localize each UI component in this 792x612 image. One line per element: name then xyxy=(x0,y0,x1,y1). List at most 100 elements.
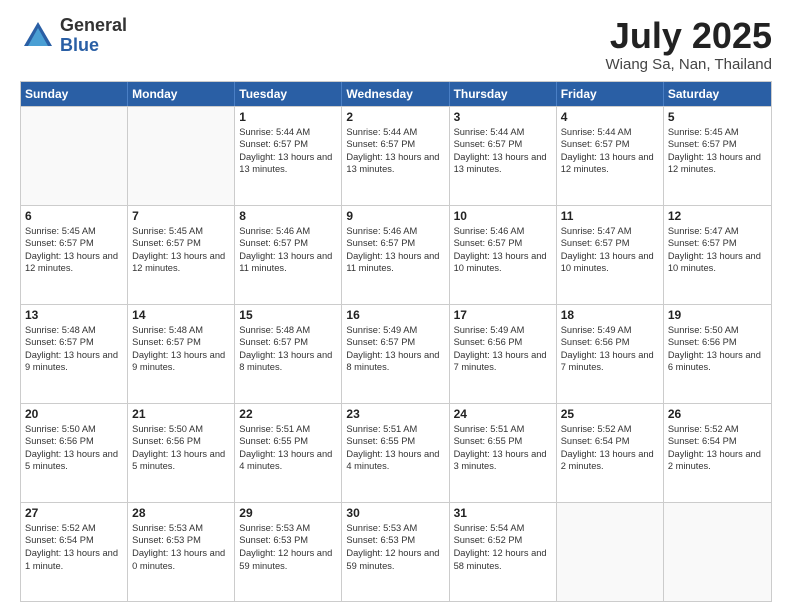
cell-info-line: Daylight: 13 hours and 11 minutes. xyxy=(239,250,337,275)
day-number: 29 xyxy=(239,506,337,520)
logo-general: General xyxy=(60,15,127,35)
cal-cell: 22Sunrise: 5:51 AMSunset: 6:55 PMDayligh… xyxy=(235,404,342,502)
cell-info-line: Daylight: 13 hours and 1 minute. xyxy=(25,547,123,572)
cell-info-line: Daylight: 13 hours and 13 minutes. xyxy=(239,151,337,176)
cell-info-line: Sunset: 6:57 PM xyxy=(239,138,337,151)
cell-info-line: Sunset: 6:54 PM xyxy=(25,534,123,547)
cell-info-line: Sunrise: 5:47 AM xyxy=(668,225,767,238)
cell-info-line: Sunrise: 5:52 AM xyxy=(561,423,659,436)
logo-blue: Blue xyxy=(60,35,99,55)
cell-info-line: Daylight: 13 hours and 12 minutes. xyxy=(668,151,767,176)
day-number: 7 xyxy=(132,209,230,223)
cell-info-line: Sunrise: 5:53 AM xyxy=(132,522,230,535)
cal-cell: 20Sunrise: 5:50 AMSunset: 6:56 PMDayligh… xyxy=(21,404,128,502)
cell-info-line: Daylight: 13 hours and 7 minutes. xyxy=(561,349,659,374)
day-number: 14 xyxy=(132,308,230,322)
cal-cell: 9Sunrise: 5:46 AMSunset: 6:57 PMDaylight… xyxy=(342,206,449,304)
cell-info-line: Sunrise: 5:44 AM xyxy=(454,126,552,139)
cal-cell: 16Sunrise: 5:49 AMSunset: 6:57 PMDayligh… xyxy=(342,305,449,403)
logo-text: General Blue xyxy=(60,16,127,56)
day-number: 3 xyxy=(454,110,552,124)
cell-info-line: Sunset: 6:56 PM xyxy=(561,336,659,349)
day-header-saturday: Saturday xyxy=(664,82,771,106)
cal-cell: 4Sunrise: 5:44 AMSunset: 6:57 PMDaylight… xyxy=(557,107,664,205)
cal-cell: 19Sunrise: 5:50 AMSunset: 6:56 PMDayligh… xyxy=(664,305,771,403)
day-number: 23 xyxy=(346,407,444,421)
day-number: 1 xyxy=(239,110,337,124)
cell-info-line: Sunrise: 5:50 AM xyxy=(132,423,230,436)
day-number: 16 xyxy=(346,308,444,322)
day-number: 21 xyxy=(132,407,230,421)
cal-cell: 12Sunrise: 5:47 AMSunset: 6:57 PMDayligh… xyxy=(664,206,771,304)
cal-cell: 27Sunrise: 5:52 AMSunset: 6:54 PMDayligh… xyxy=(21,503,128,601)
cell-info-line: Daylight: 13 hours and 0 minutes. xyxy=(132,547,230,572)
cell-info-line: Sunset: 6:57 PM xyxy=(454,138,552,151)
cell-info-line: Sunrise: 5:46 AM xyxy=(454,225,552,238)
cell-info-line: Sunset: 6:57 PM xyxy=(346,237,444,250)
cell-info-line: Sunset: 6:54 PM xyxy=(561,435,659,448)
cell-info-line: Sunrise: 5:50 AM xyxy=(668,324,767,337)
cell-info-line: Sunset: 6:52 PM xyxy=(454,534,552,547)
cal-cell: 17 Sunrise: 5:49 AMSunset: 6:56 PMDayligh… xyxy=(450,305,557,403)
day-number: 2 xyxy=(346,110,444,124)
cell-info-line: Daylight: 13 hours and 5 minutes. xyxy=(132,448,230,473)
cell-info-line: Daylight: 12 hours and 58 minutes. xyxy=(454,547,552,572)
location: Wiang Sa, Nan, Thailand xyxy=(606,56,773,73)
cell-info-line: Daylight: 13 hours and 4 minutes. xyxy=(239,448,337,473)
cell-info-line: Sunset: 6:53 PM xyxy=(132,534,230,547)
day-number: 15 xyxy=(239,308,337,322)
cal-cell: 23Sunrise: 5:51 AMSunset: 6:55 PMDayligh… xyxy=(342,404,449,502)
cal-cell: 10Sunrise: 5:46 AMSunset: 6:57 PMDayligh… xyxy=(450,206,557,304)
cell-info-line: Sunrise: 5:53 AM xyxy=(239,522,337,535)
cal-cell: 15Sunrise: 5:48 AMSunset: 6:57 PMDayligh… xyxy=(235,305,342,403)
cell-info-line: Daylight: 13 hours and 7 minutes. xyxy=(454,349,552,374)
cell-info-line: Sunset: 6:57 PM xyxy=(561,138,659,151)
cell-info-line: Sunrise: 5:47 AM xyxy=(561,225,659,238)
cell-info-line: Sunrise: 5:49 AM xyxy=(561,324,659,337)
cell-info-line: Daylight: 13 hours and 10 minutes. xyxy=(668,250,767,275)
day-number: 4 xyxy=(561,110,659,124)
cell-info-line: Sunset: 6:57 PM xyxy=(454,237,552,250)
day-number: 11 xyxy=(561,209,659,223)
cal-cell: 7Sunrise: 5:45 AMSunset: 6:57 PMDaylight… xyxy=(128,206,235,304)
cell-info-line: Sunset: 6:55 PM xyxy=(454,435,552,448)
cell-info-line: Daylight: 13 hours and 12 minutes. xyxy=(132,250,230,275)
cell-info-line: Daylight: 13 hours and 4 minutes. xyxy=(346,448,444,473)
cell-info-line: Sunset: 6:56 PM xyxy=(454,336,552,349)
cell-info-line: Daylight: 13 hours and 11 minutes. xyxy=(346,250,444,275)
cell-info-line: Daylight: 13 hours and 9 minutes. xyxy=(132,349,230,374)
cell-info-line: Sunset: 6:57 PM xyxy=(25,237,123,250)
cell-info-line: Sunrise: 5:49 AM xyxy=(454,324,552,337)
cell-info-line: Sunrise: 5:49 AM xyxy=(346,324,444,337)
cell-info-line: Sunrise: 5:51 AM xyxy=(239,423,337,436)
cell-info-line: Sunrise: 5:52 AM xyxy=(25,522,123,535)
cell-info-line: Sunset: 6:57 PM xyxy=(132,336,230,349)
cell-info-line: Sunrise: 5:46 AM xyxy=(346,225,444,238)
cell-info-line: Sunset: 6:54 PM xyxy=(668,435,767,448)
day-number: 17 xyxy=(454,308,552,322)
cell-info-line: Daylight: 13 hours and 8 minutes. xyxy=(346,349,444,374)
cell-info-line: Daylight: 13 hours and 12 minutes. xyxy=(25,250,123,275)
cal-cell: 18Sunrise: 5:49 AMSunset: 6:56 PMDayligh… xyxy=(557,305,664,403)
cell-info-line: Daylight: 13 hours and 2 minutes. xyxy=(561,448,659,473)
cal-cell: 5Sunrise: 5:45 AMSunset: 6:57 PMDaylight… xyxy=(664,107,771,205)
cell-info-line: Sunrise: 5:52 AM xyxy=(668,423,767,436)
cell-info-line: Sunset: 6:57 PM xyxy=(25,336,123,349)
cell-info-line: Sunset: 6:53 PM xyxy=(239,534,337,547)
cell-info-line: Daylight: 13 hours and 6 minutes. xyxy=(668,349,767,374)
cell-info-line: Daylight: 12 hours and 59 minutes. xyxy=(239,547,337,572)
day-number: 30 xyxy=(346,506,444,520)
day-number: 19 xyxy=(668,308,767,322)
cal-cell xyxy=(557,503,664,601)
cal-cell: 30Sunrise: 5:53 AMSunset: 6:53 PMDayligh… xyxy=(342,503,449,601)
cell-info-line: Sunset: 6:56 PM xyxy=(25,435,123,448)
calendar: SundayMondayTuesdayWednesdayThursdayFrid… xyxy=(20,81,772,602)
title-block: July 2025 Wiang Sa, Nan, Thailand xyxy=(606,16,773,73)
cell-info-line: Daylight: 13 hours and 9 minutes. xyxy=(25,349,123,374)
cal-cell xyxy=(21,107,128,205)
cell-info-line: Daylight: 12 hours and 59 minutes. xyxy=(346,547,444,572)
cell-info-line: Sunrise: 5:48 AM xyxy=(239,324,337,337)
cell-info-line: Daylight: 13 hours and 13 minutes. xyxy=(454,151,552,176)
cal-cell xyxy=(664,503,771,601)
day-number: 8 xyxy=(239,209,337,223)
